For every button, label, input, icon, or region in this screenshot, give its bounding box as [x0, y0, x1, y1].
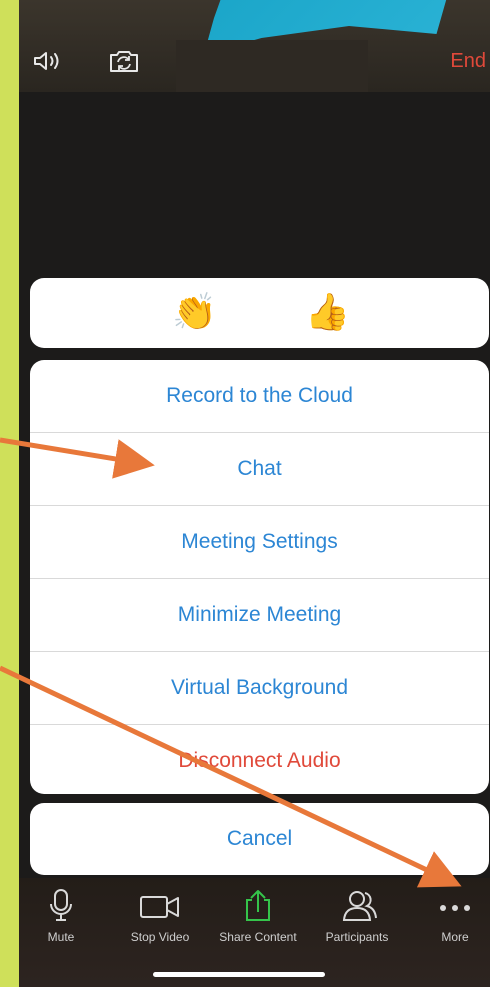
cancel-button[interactable]: Cancel [30, 803, 489, 875]
meeting-top-bar: End [19, 0, 490, 92]
more-options-menu: Record to the Cloud Chat Meeting Setting… [30, 360, 489, 794]
menu-item-meeting-settings[interactable]: Meeting Settings [30, 506, 489, 579]
menu-item-disconnect-audio[interactable]: Disconnect Audio [30, 725, 489, 794]
stop-video-label: Stop Video [130, 930, 190, 944]
home-indicator [153, 972, 325, 977]
menu-item-record-cloud[interactable]: Record to the Cloud [30, 360, 489, 433]
participants-label: Participants [325, 930, 389, 944]
mute-button[interactable]: Mute [19, 888, 109, 944]
menu-item-chat[interactable]: Chat [30, 433, 489, 506]
mute-label: Mute [47, 930, 75, 944]
share-content-label: Share Content [219, 930, 297, 944]
share-icon [246, 890, 270, 921]
more-label: More [441, 930, 469, 944]
speaker-button[interactable] [31, 46, 65, 76]
reactions-panel: 👏 👍 [30, 278, 489, 348]
more-button[interactable]: More [407, 888, 490, 944]
microphone-icon [50, 889, 72, 921]
participants-icon [342, 891, 377, 921]
video-camera-icon [140, 896, 179, 918]
menu-item-minimize-meeting[interactable]: Minimize Meeting [30, 579, 489, 652]
thumbs-up-reaction-button[interactable]: 👍 [305, 290, 350, 334]
switch-camera-button[interactable] [107, 46, 141, 76]
end-meeting-button[interactable]: End [450, 50, 486, 73]
clap-reaction-button[interactable]: 👏 [172, 290, 217, 334]
more-dots-icon [440, 905, 470, 911]
menu-item-virtual-background[interactable]: Virtual Background [30, 652, 489, 725]
speaker-icon [34, 52, 59, 70]
share-content-button[interactable]: Share Content [210, 888, 306, 944]
stop-video-button[interactable]: Stop Video [112, 888, 208, 944]
participants-button[interactable]: Participants [309, 888, 405, 944]
phone-screen: End 👏 👍 Record to the Cloud Chat Meeting… [19, 0, 490, 987]
meeting-toolbar: Mute Stop Video Share Content Participan… [19, 878, 490, 987]
camera-switch-icon [110, 51, 138, 72]
video-tile [176, 40, 368, 92]
